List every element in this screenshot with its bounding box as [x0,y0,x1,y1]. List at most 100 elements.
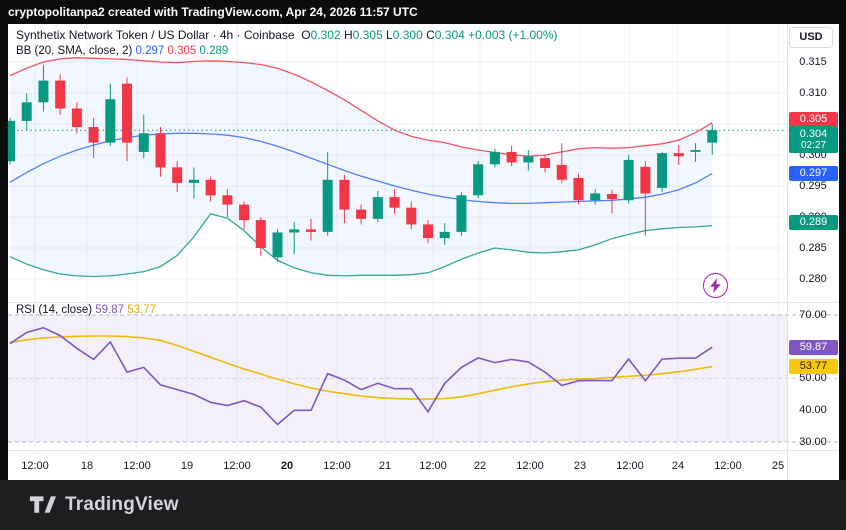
pane-separator[interactable] [8,302,839,303]
bb-lower-value: 0.289 [199,45,229,57]
ohlc-close-label: C [426,28,435,42]
time-tick: 12:00 [714,460,742,472]
price-tick: 0.285 [799,241,827,254]
candle-body [172,167,183,183]
countdown-timer: 02:27 [800,140,827,152]
rsi-tick: 40.00 [799,403,827,416]
candle-body [657,153,668,188]
candle-body [138,133,149,152]
ohlc-low-label: L [386,28,393,42]
ohlc-high-label: H [343,28,353,42]
candle-body [540,158,551,169]
ohlc-close-value: 0.304 [434,28,465,42]
bb-basis-value: 0.297 [135,45,165,57]
candle-body [55,80,66,109]
candle-body [38,80,49,103]
candle-body [188,179,199,183]
candle-body [456,195,467,232]
candle-body [205,179,216,196]
tradingview-screenshot: cryptopolitanpa2 created with TradingVie… [0,0,846,530]
candle-body [88,127,99,143]
candle-body [707,130,718,143]
rsi-value-badge: 59.87 [789,339,838,355]
time-tick: 12:00 [323,460,351,472]
rsi-indicator-legend[interactable]: RSI (14, close) 59.87 53.77 [16,304,156,316]
candle-body [8,120,15,162]
time-tick: 23 [573,460,587,472]
change-value: +0.003 (+1.00%) [468,28,558,42]
rsi-ma-value: 53.77 [127,304,157,316]
footer-bar: TradingView [0,480,846,530]
chart-plot-area[interactable] [8,24,839,480]
rsi-legend-label: RSI (14, close) [16,304,93,316]
rsi-ma-value-badge: 53.77 [789,359,838,375]
price-tick: 0.310 [799,86,827,99]
candle-body [322,179,333,232]
time-tick: 20 [280,460,294,472]
candle-body [71,108,82,128]
bb-upper-value: 0.305 [167,45,197,57]
attribution-text: cryptopolitanpa2 created with TradingVie… [8,5,418,19]
candle-body [155,133,166,168]
candle-body [606,194,617,200]
rsi-band [8,315,787,442]
candle-body [305,229,316,232]
candle-body [105,99,116,143]
candle-body [573,177,584,201]
attribution-header: cryptopolitanpa2 created with TradingVie… [0,0,846,24]
candle-body [423,224,433,239]
bb-legend-label: BB (20, SMA, close, 2) [16,45,133,57]
candle-body [590,193,601,201]
time-tick: 19 [180,460,194,472]
lightning-bolt-icon [710,278,721,293]
last-price-badge: 0.304 02:27 [789,126,838,154]
bb-indicator-legend[interactable]: BB (20, SMA, close, 2) 0.297 0.305 0.289 [16,45,228,57]
candle-body [356,209,367,219]
time-tick: 12:00 [21,460,49,472]
tradingview-logo-text: TradingView [65,494,179,515]
candle-body [372,197,383,219]
time-tick: 18 [80,460,94,472]
ohlc-open-label: O [301,28,311,42]
candle-body [556,164,567,180]
tradingview-logo[interactable]: TradingView [30,494,179,516]
candle-body [339,179,350,210]
currency-toggle-button[interactable]: USD [789,27,833,48]
candle-body [222,195,233,205]
ohlc-low-value: 0.300 [392,28,423,42]
candle-body [489,151,500,165]
time-tick: 12:00 [419,460,447,472]
candle-body [623,159,634,201]
time-tick: 25 [771,460,785,472]
symbol-legend[interactable]: Synthetix Network Token / US Dollar · 4h… [16,28,558,42]
candle-body [439,231,450,239]
price-tick: 0.315 [799,55,827,68]
bb-lower-price-badge: 0.289 [789,215,838,231]
rsi-tick: 30.00 [799,435,827,448]
time-tick: 12:00 [516,460,544,472]
bb-fill [10,57,713,277]
rsi-tick: 70.00 [799,308,827,321]
quick-trade-button[interactable] [703,273,728,298]
time-tick: 12:00 [223,460,251,472]
candle-body [289,229,300,233]
time-axis-separator [8,450,839,451]
time-tick: 12:00 [616,460,644,472]
tradingview-logo-icon [30,496,56,513]
candle-body [523,156,534,163]
price-tick: 0.280 [799,272,827,285]
time-tick: 24 [671,460,685,472]
candle-body [239,204,250,221]
bb-basis-price-badge: 0.297 [789,165,838,181]
candle-body [473,164,484,196]
candle-body [389,197,400,208]
candle-body [673,153,684,157]
candle-body [272,232,283,258]
candle-body [640,166,651,194]
symbol-title: Synthetix Network Token / US Dollar · 4h… [16,28,295,42]
candle-body [506,151,517,163]
candle-body [690,150,701,152]
candle-body [21,102,32,121]
time-tick: 12:00 [123,460,151,472]
ohlc-open-value: 0.302 [310,28,341,42]
